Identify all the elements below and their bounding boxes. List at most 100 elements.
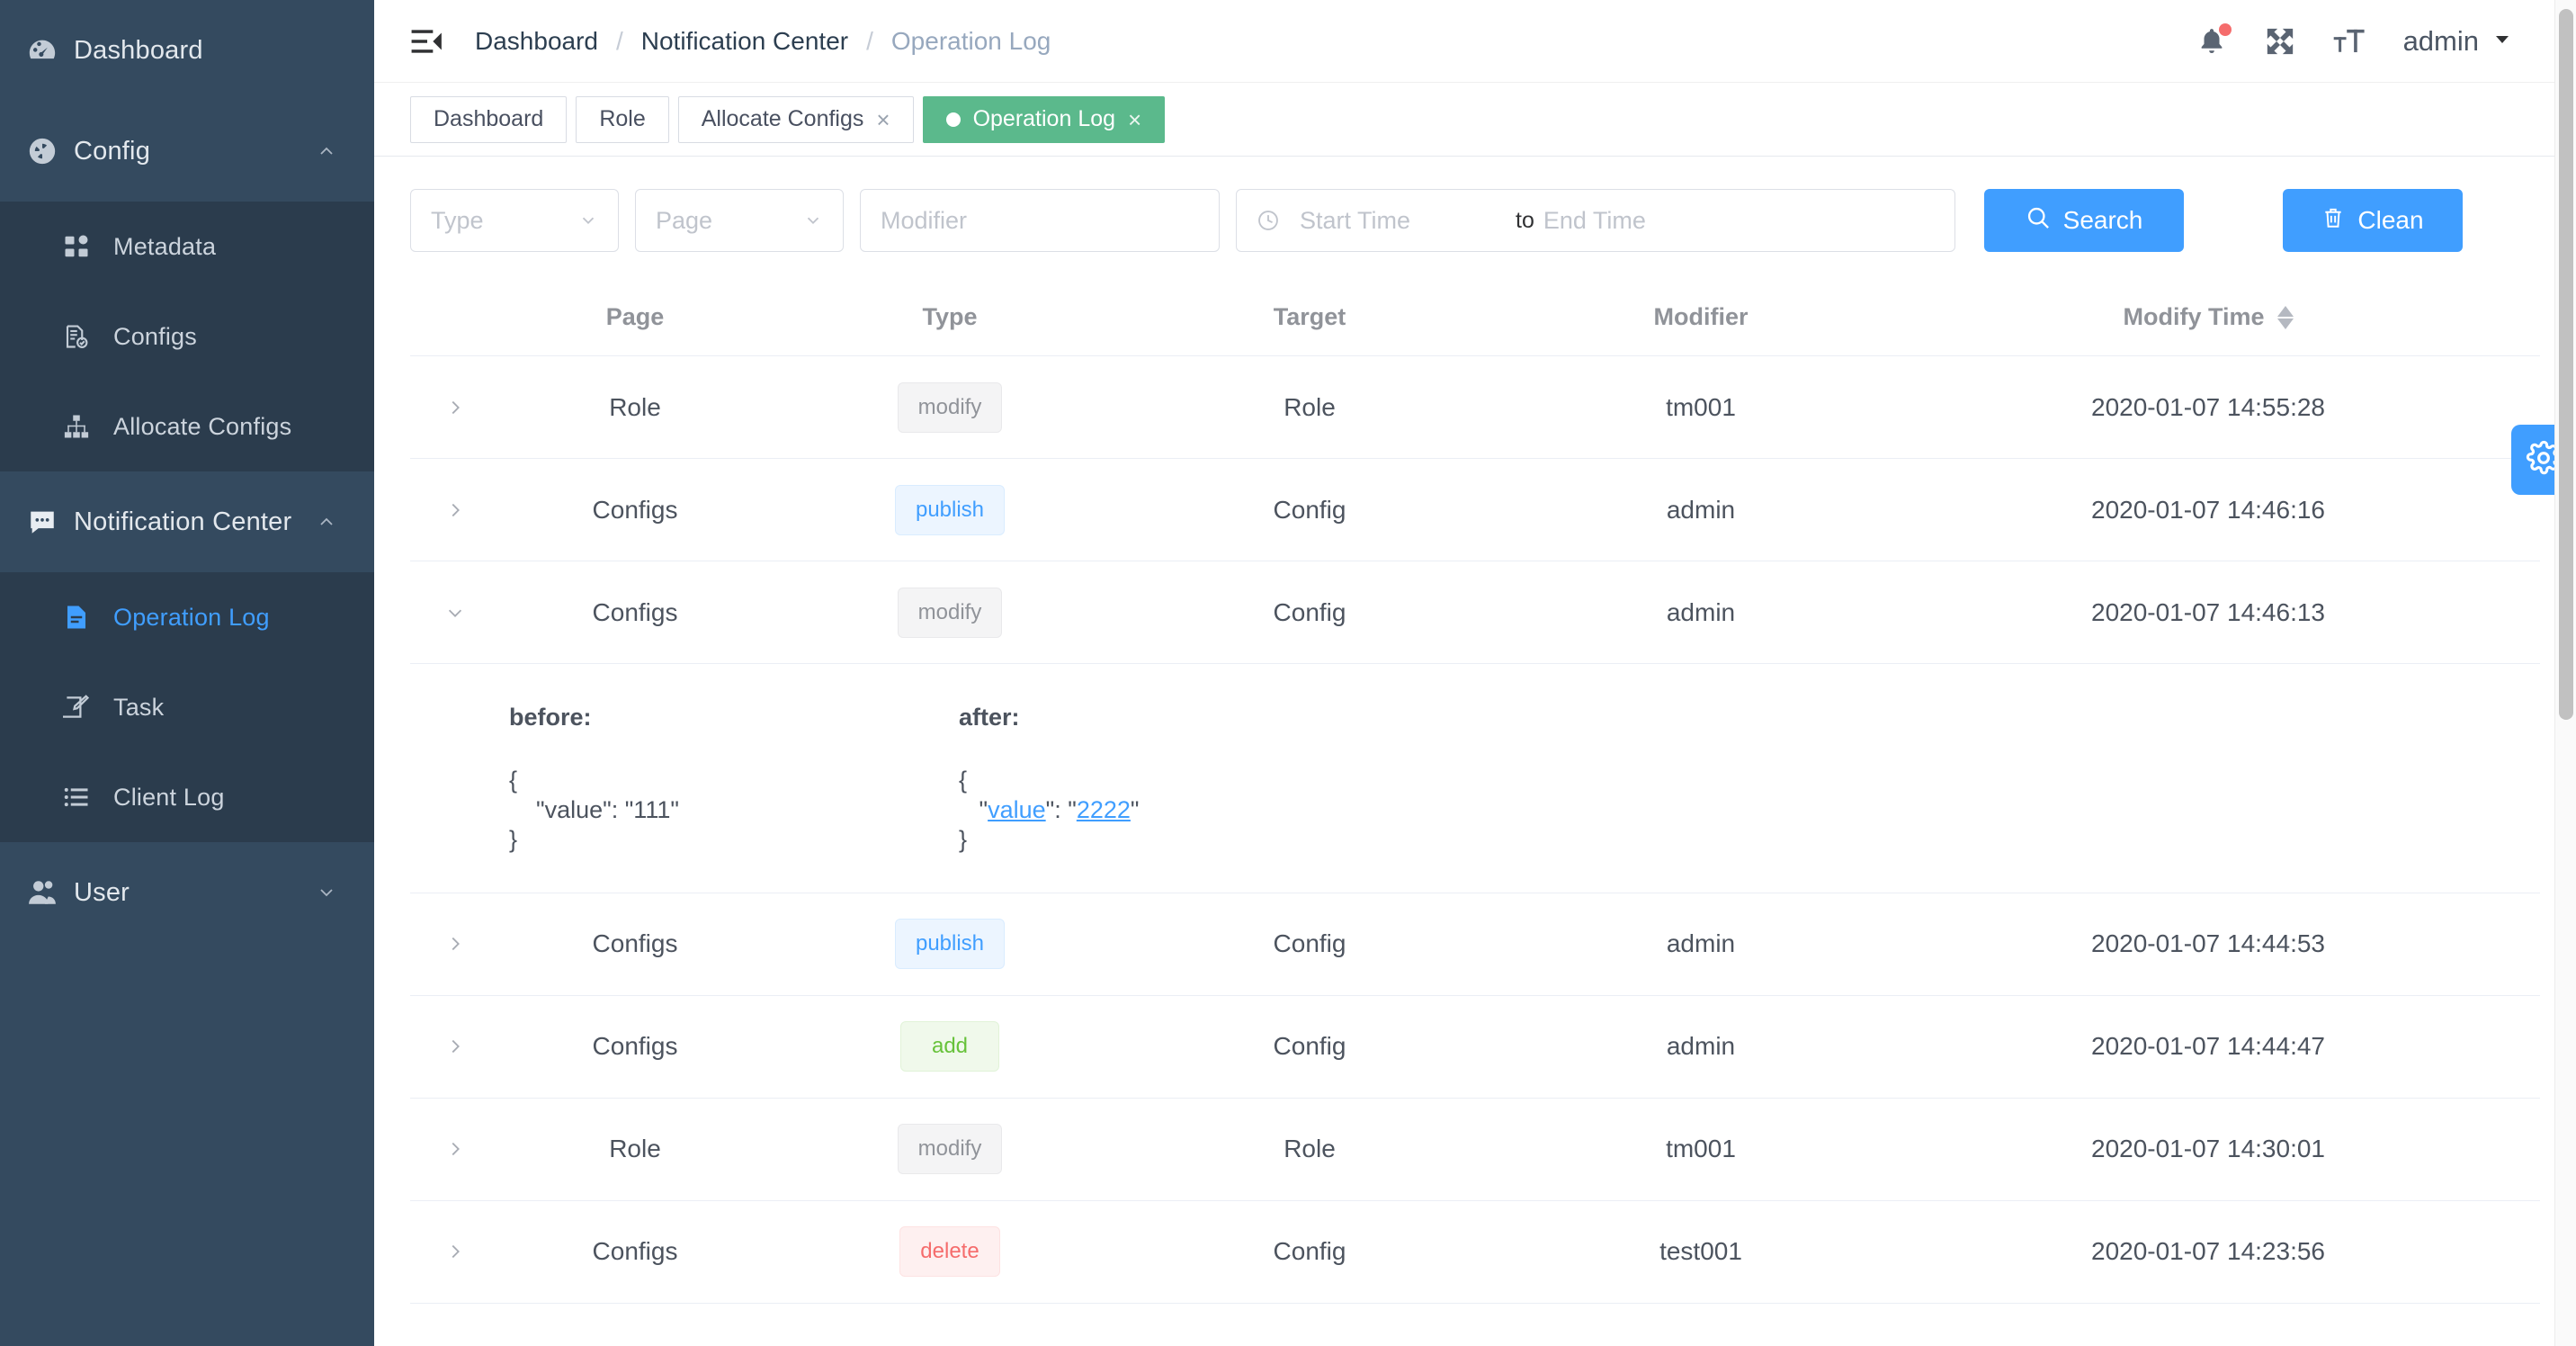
cell-target: Role — [1130, 1135, 1489, 1163]
sidebar-submenu-config: Metadata Configs — [0, 202, 374, 471]
sidebar-item-allocate-configs[interactable]: Allocate Configs — [0, 381, 374, 471]
cell-page: Configs — [500, 598, 770, 627]
table-row[interactable]: Role modify Role tm001 2020-01-07 14:55:… — [410, 356, 2540, 459]
clean-button[interactable]: Clean — [2283, 189, 2463, 252]
sidebar-item-metadata[interactable]: Metadata — [0, 202, 374, 292]
type-tag: publish — [895, 485, 1005, 535]
table-header-type: Type — [770, 303, 1130, 331]
user-menu[interactable]: admin — [2403, 25, 2513, 58]
sidebar-item-dashboard[interactable]: Dashboard — [0, 0, 374, 101]
table-row[interactable]: Role modify Role tm001 2020-01-07 14:30:… — [410, 1099, 2540, 1201]
sidebar-label-dashboard: Dashboard — [74, 36, 311, 66]
breadcrumb-item-notification-center[interactable]: Notification Center — [641, 27, 848, 56]
cell-type: modify — [770, 382, 1130, 433]
row-detail-panel: before: { "value": "111" } after: { "val… — [410, 664, 2540, 893]
sidebar-label-allocate-configs: Allocate Configs — [113, 413, 291, 441]
sidebar-item-task[interactable]: Task — [0, 662, 374, 752]
table-row[interactable]: Configs add Config admin 2020-01-07 14:4… — [410, 996, 2540, 1099]
cell-modifier: admin — [1489, 929, 1912, 958]
row-expand-toggle[interactable] — [410, 398, 500, 417]
cell-modify-time: 2020-01-07 14:46:16 — [1912, 496, 2540, 525]
page-select[interactable]: Page — [635, 189, 844, 252]
allocate-configs-icon — [63, 413, 113, 440]
sidebar-item-operation-log[interactable]: Operation Log — [0, 572, 374, 662]
table-row[interactable]: Configs delete Config test001 2020-01-07… — [410, 1201, 2540, 1304]
diff-before-json: { "value": "111" } — [509, 766, 959, 855]
table-row[interactable]: Configs publish Config admin 2020-01-07 … — [410, 459, 2540, 561]
date-range-separator: to — [1507, 208, 1543, 234]
operation-log-icon — [63, 604, 113, 631]
row-expand-toggle[interactable] — [410, 1036, 500, 1056]
sidebar-item-user[interactable]: User — [0, 842, 374, 943]
modifier-input-placeholder: Modifier — [881, 207, 967, 235]
end-time-input[interactable]: End Time — [1543, 207, 1750, 235]
tab-role[interactable]: Role — [576, 96, 668, 143]
cell-modifier: admin — [1489, 496, 1912, 525]
type-tag: add — [900, 1021, 999, 1072]
type-tag: modify — [898, 588, 1003, 638]
page-scrollbar[interactable] — [2554, 0, 2576, 1346]
trash-icon — [2321, 206, 2345, 236]
modifier-input-wrap[interactable]: Modifier — [860, 189, 1220, 252]
sidebar-label-config: Config — [74, 137, 311, 166]
sidebar-item-config[interactable]: Config — [0, 101, 374, 202]
date-range-picker[interactable]: Start Time to End Time — [1236, 189, 1955, 252]
sort-updown-icon[interactable] — [2277, 306, 2294, 329]
filter-bar: Type Page Modifier — [410, 157, 2540, 279]
sidebar-item-client-log[interactable]: Client Log — [0, 752, 374, 842]
tab-operation-log[interactable]: Operation Log × — [923, 96, 1166, 143]
sidebar-item-notification-center[interactable]: Notification Center — [0, 471, 374, 572]
breadcrumb: Dashboard / Notification Center / Operat… — [475, 27, 1051, 56]
user-icon — [27, 877, 74, 908]
cell-modifier: tm001 — [1489, 393, 1912, 422]
cell-target: Config — [1130, 496, 1489, 525]
topbar-actions: admin — [2196, 25, 2540, 58]
user-name: admin — [2403, 25, 2479, 58]
clean-button-label: Clean — [2357, 206, 2423, 235]
chevron-up-icon — [311, 140, 342, 162]
row-expand-toggle[interactable] — [410, 603, 500, 623]
table-header-modify-time[interactable]: Modify Time — [1912, 303, 2540, 331]
table-row[interactable]: Configs modify Config admin 2020-01-07 1… — [410, 561, 2540, 664]
configs-icon — [63, 323, 113, 350]
search-button[interactable]: Search — [1984, 189, 2184, 252]
table-row[interactable]: Configs publish Config admin 2020-01-07 … — [410, 893, 2540, 996]
diff-after-json: { "value": "2222" } — [959, 766, 1409, 855]
breadcrumb-item-dashboard[interactable]: Dashboard — [475, 27, 598, 56]
client-log-icon — [63, 784, 113, 811]
diff-before-label: before: — [509, 704, 959, 731]
row-expand-toggle[interactable] — [410, 934, 500, 954]
tab-allocate-configs[interactable]: Allocate Configs × — [678, 96, 914, 143]
sidebar-label-notification-center: Notification Center — [74, 507, 311, 537]
font-size-icon[interactable] — [2333, 26, 2366, 57]
row-expand-toggle[interactable] — [410, 1242, 500, 1261]
main-area: Dashboard / Notification Center / Operat… — [374, 0, 2576, 1346]
chevron-down-icon — [578, 211, 598, 230]
fullscreen-icon[interactable] — [2265, 26, 2295, 57]
caret-down-icon — [2491, 28, 2513, 54]
cell-target: Config — [1130, 929, 1489, 958]
tab-label: Dashboard — [434, 106, 543, 132]
type-tag: delete — [899, 1226, 999, 1277]
cell-type: publish — [770, 485, 1130, 535]
cell-modify-time: 2020-01-07 14:55:28 — [1912, 393, 2540, 422]
cell-page: Role — [500, 393, 770, 422]
page-scrollbar-thumb[interactable] — [2559, 9, 2573, 720]
tab-close-icon[interactable]: × — [1128, 108, 1141, 131]
start-time-input[interactable]: Start Time — [1300, 207, 1507, 235]
cell-modify-time: 2020-01-07 14:46:13 — [1912, 598, 2540, 627]
row-expand-toggle[interactable] — [410, 500, 500, 520]
bell-icon[interactable] — [2196, 26, 2227, 57]
row-expand-toggle[interactable] — [410, 1139, 500, 1159]
chevron-down-icon — [803, 211, 823, 230]
config-icon — [27, 136, 74, 166]
cell-target: Config — [1130, 1237, 1489, 1266]
sidebar-label-configs: Configs — [113, 323, 197, 351]
chevron-up-icon — [311, 511, 342, 533]
tab-dashboard[interactable]: Dashboard — [410, 96, 567, 143]
sidebar-item-configs[interactable]: Configs — [0, 292, 374, 381]
tab-close-icon[interactable]: × — [876, 108, 890, 131]
hamburger-collapse-icon[interactable] — [410, 23, 446, 59]
type-select[interactable]: Type — [410, 189, 619, 252]
breadcrumb-separator: / — [616, 27, 623, 56]
